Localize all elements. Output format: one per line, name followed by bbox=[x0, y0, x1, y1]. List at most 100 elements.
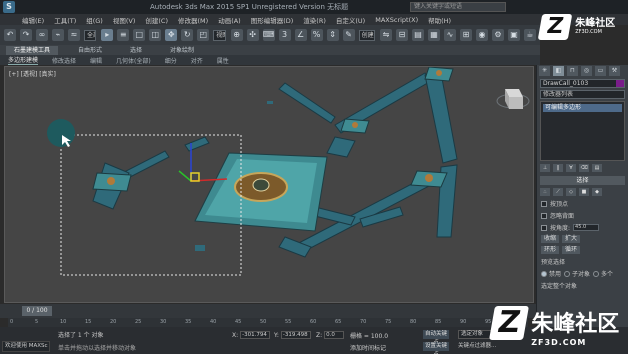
panel-geometry-all[interactable]: 几何体(全部) bbox=[116, 56, 151, 65]
preview-off-radio[interactable] bbox=[541, 270, 547, 277]
by-vertex-checkbox[interactable] bbox=[541, 200, 547, 207]
selection-filter-dropdown[interactable]: 全部 bbox=[84, 29, 97, 41]
object-name-field[interactable]: DrawCall_0103 bbox=[540, 79, 625, 88]
polygon-level-icon[interactable]: ■ bbox=[579, 188, 589, 196]
utilities-tab-icon[interactable]: ⚒ bbox=[609, 66, 620, 76]
grow-button[interactable]: 扩大 bbox=[562, 235, 581, 243]
select-by-name-icon[interactable]: ≡ bbox=[117, 29, 130, 41]
vertex-level-icon[interactable]: ∴ bbox=[540, 188, 550, 196]
menu-create[interactable]: 创建(C) bbox=[145, 15, 168, 25]
perspective-viewport[interactable]: [+] [透视] [真实] bbox=[4, 66, 534, 303]
undo-icon[interactable]: ↶ bbox=[4, 29, 16, 41]
time-slider-handle[interactable]: 0 / 100 bbox=[22, 306, 52, 316]
show-end-result-icon[interactable]: ‖ bbox=[553, 164, 563, 172]
pivot-center-icon[interactable]: ⊕ bbox=[230, 29, 243, 41]
app-menu-icon[interactable]: S bbox=[3, 1, 15, 13]
preview-multi-radio[interactable] bbox=[593, 270, 600, 277]
graphite-toggle-icon[interactable]: ▦ bbox=[427, 29, 440, 41]
menu-tools[interactable]: 工具(T) bbox=[54, 15, 76, 25]
auto-key-button[interactable]: 自动关键点 bbox=[423, 330, 449, 346]
panel-polygon-modeling[interactable]: 多边形建模 bbox=[8, 55, 39, 65]
time-slider-track[interactable]: 0 / 100 bbox=[0, 304, 536, 318]
render-setup-icon[interactable]: ⚙ bbox=[491, 29, 504, 41]
select-move-icon[interactable]: ✥ bbox=[165, 29, 178, 41]
remove-modifier-icon[interactable]: ⌫ bbox=[579, 164, 589, 172]
maxscript-listener[interactable]: 欢迎使用 MAXSc bbox=[2, 341, 50, 352]
display-tab-icon[interactable]: ▭ bbox=[595, 66, 606, 76]
modifier-list-dropdown[interactable]: 修改器列表 bbox=[540, 90, 625, 99]
mirror-icon[interactable]: ⇋ bbox=[379, 29, 392, 41]
tab-graphite-modeling[interactable]: 石墨建模工具 bbox=[6, 46, 59, 55]
z-field[interactable]: 0.0 bbox=[324, 331, 345, 339]
menu-help[interactable]: 帮助(H) bbox=[428, 15, 451, 25]
redo-icon[interactable]: ↷ bbox=[20, 29, 32, 41]
spinner-snap-icon[interactable]: ⇕ bbox=[326, 29, 339, 41]
search-input[interactable]: 键入关键字或短语 bbox=[410, 2, 506, 12]
reference-coord-dropdown[interactable]: 视图 bbox=[213, 29, 226, 41]
stack-item-editable-poly[interactable]: 可编辑多边形 bbox=[543, 104, 622, 112]
object-color-swatch[interactable] bbox=[616, 80, 624, 87]
viewport-label[interactable]: [+] [透视] [真实] bbox=[9, 69, 56, 78]
track-bar[interactable]: 0 5 10 15 20 25 30 35 40 45 50 55 60 65 … bbox=[8, 318, 528, 327]
configure-sets-icon[interactable]: ▤ bbox=[592, 164, 602, 172]
motion-tab-icon[interactable]: ◎ bbox=[581, 66, 592, 76]
add-time-tag[interactable]: 添加时间标记 bbox=[350, 343, 386, 352]
preview-subobj-radio[interactable] bbox=[564, 270, 571, 277]
angle-spinner[interactable]: 45.0 bbox=[573, 224, 600, 231]
tab-freeform[interactable]: 自由形式 bbox=[70, 46, 110, 55]
keyboard-shortcut-icon[interactable]: ⌨ bbox=[262, 29, 275, 41]
menu-maxscript[interactable]: MAXScript(X) bbox=[375, 16, 418, 24]
panel-edit[interactable]: 编辑 bbox=[90, 56, 102, 65]
menu-group[interactable]: 组(G) bbox=[86, 15, 103, 25]
by-angle-checkbox[interactable] bbox=[541, 224, 547, 231]
edit-named-sets-icon[interactable]: ✎ bbox=[342, 29, 355, 41]
menu-views[interactable]: 视图(V) bbox=[113, 15, 136, 25]
set-key-button[interactable]: 设置关键点 bbox=[423, 342, 449, 354]
hierarchy-tab-icon[interactable]: ⊓ bbox=[567, 66, 578, 76]
make-unique-icon[interactable]: ∀ bbox=[566, 164, 576, 172]
rect-selection-icon[interactable]: □ bbox=[133, 29, 146, 41]
pin-stack-icon[interactable]: ⊥ bbox=[540, 164, 550, 172]
curve-editor-icon[interactable]: ∿ bbox=[443, 29, 456, 41]
ignore-backface-row[interactable]: 忽略背面 bbox=[541, 211, 624, 220]
link-icon[interactable]: ∞ bbox=[36, 29, 48, 41]
border-level-icon[interactable]: ◇ bbox=[566, 188, 576, 196]
percent-snap-icon[interactable]: % bbox=[310, 29, 323, 41]
panel-align[interactable]: 对齐 bbox=[191, 56, 203, 65]
align-icon[interactable]: ⊟ bbox=[395, 29, 408, 41]
x-field[interactable]: -301.794 bbox=[240, 331, 271, 339]
menu-edit[interactable]: 编辑(E) bbox=[22, 15, 44, 25]
select-rotate-icon[interactable]: ↻ bbox=[181, 29, 194, 41]
rendered-frame-icon[interactable]: ▣ bbox=[507, 29, 520, 41]
tab-selection[interactable]: 选择 bbox=[122, 46, 150, 55]
named-selection-dropdown[interactable]: 创建选择集 bbox=[358, 29, 375, 41]
select-scale-icon[interactable]: ◰ bbox=[197, 29, 210, 41]
selection-rollout-header[interactable]: 选择 bbox=[540, 176, 625, 185]
angle-snap-icon[interactable]: ∠ bbox=[294, 29, 307, 41]
by-angle-row[interactable]: 按角度: 45.0 bbox=[541, 223, 624, 232]
y-field[interactable]: -319.498 bbox=[280, 331, 311, 339]
loop-button[interactable]: 循环 bbox=[562, 246, 581, 254]
ring-button[interactable]: 环形 bbox=[541, 246, 560, 254]
schematic-view-icon[interactable]: ⊞ bbox=[459, 29, 472, 41]
menu-graph-editors[interactable]: 图形编辑器(D) bbox=[251, 15, 294, 25]
menu-modifiers[interactable]: 修改器(M) bbox=[178, 15, 208, 25]
tab-object-paint[interactable]: 对象绘制 bbox=[162, 46, 202, 55]
panel-subdivision[interactable]: 细分 bbox=[165, 56, 177, 65]
element-level-icon[interactable]: ◆ bbox=[592, 188, 602, 196]
shrink-button[interactable]: 收缩 bbox=[541, 235, 560, 243]
modify-tab-icon[interactable]: ◧ bbox=[553, 66, 564, 76]
by-vertex-row[interactable]: 按顶点 bbox=[541, 199, 624, 208]
create-tab-icon[interactable]: ✳ bbox=[539, 66, 550, 76]
snap-toggle-icon[interactable]: 3 bbox=[278, 29, 291, 41]
select-object-icon[interactable]: ▸ bbox=[101, 29, 114, 41]
material-editor-icon[interactable]: ◉ bbox=[475, 29, 488, 41]
edge-level-icon[interactable]: ⟋ bbox=[553, 188, 563, 196]
layer-manager-icon[interactable]: ▤ bbox=[411, 29, 424, 41]
viewport-scene[interactable] bbox=[5, 67, 534, 303]
panel-modify-selection[interactable]: 修改选择 bbox=[52, 56, 76, 65]
window-crossing-icon[interactable]: ◫ bbox=[149, 29, 162, 41]
ignore-backface-checkbox[interactable] bbox=[541, 212, 547, 219]
menu-animation[interactable]: 动画(A) bbox=[218, 15, 241, 25]
panel-properties[interactable]: 属性 bbox=[217, 56, 229, 65]
